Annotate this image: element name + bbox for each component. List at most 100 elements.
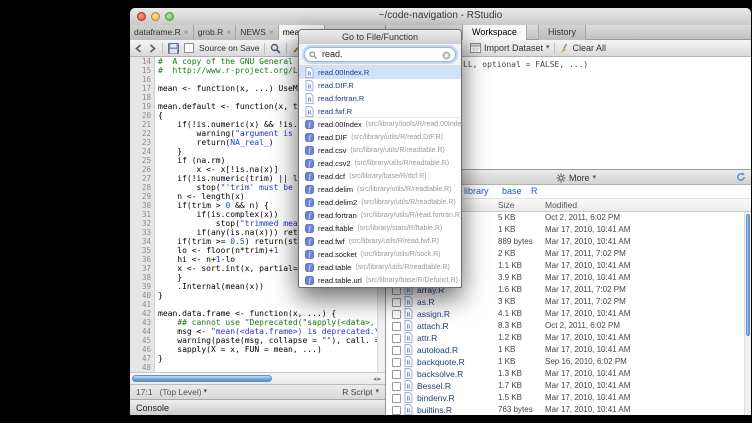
- file-row[interactable]: Rattach.R8.3 KBOct 2, 2011, 6:02 PM: [386, 320, 743, 332]
- popup-file-result[interactable]: Rread.00Index.R: [299, 66, 461, 79]
- popup-file-result[interactable]: Rread.fortran.R: [299, 92, 461, 105]
- popup-function-result[interactable]: fread.table(src/library/utils/R/readtabl…: [299, 261, 461, 274]
- file-checkbox[interactable]: [392, 334, 401, 343]
- file-modified: Mar 17, 2010, 10:41 AM: [545, 260, 630, 272]
- editor-statusbar: 17:1 (Top Level) ▾ R Script ▾: [130, 384, 385, 399]
- find-button[interactable]: [270, 43, 281, 54]
- file-name[interactable]: attr.R: [417, 332, 437, 344]
- file-modified: Mar 17, 2010, 10:41 AM: [545, 332, 630, 344]
- search-input[interactable]: read.: [304, 47, 456, 62]
- chevron-down-icon: ▾: [593, 174, 597, 182]
- file-name[interactable]: backquote.R: [417, 356, 465, 368]
- file-name[interactable]: builtins.R: [417, 404, 452, 415]
- column-header-modified[interactable]: Modified: [545, 200, 577, 210]
- file-name[interactable]: assign.R: [417, 308, 450, 320]
- import-dataset-button[interactable]: Import Dataset ▾: [470, 43, 550, 53]
- tab-label: NEWS: [240, 27, 266, 37]
- breadcrumb-segment[interactable]: library: [464, 186, 489, 196]
- file-row[interactable]: RBessel.R1.7 KBMar 17, 2010, 10:41 AM: [386, 380, 743, 392]
- files-vscroll-thumb[interactable]: [746, 214, 750, 336]
- file-name[interactable]: attach.R: [417, 320, 449, 332]
- hscroll-arrow-icons[interactable]: ◂▸: [373, 375, 382, 383]
- file-checkbox[interactable]: [392, 382, 401, 391]
- popup-function-result[interactable]: fread.delim(src/library/utils/R/readtabl…: [299, 183, 461, 196]
- column-header-size[interactable]: Size: [498, 200, 515, 210]
- editor-tab-news[interactable]: NEWS×: [236, 25, 278, 40]
- popup-function-result[interactable]: fread.table.url(src/library/base/R/Defun…: [299, 274, 461, 286]
- file-checkbox[interactable]: [392, 394, 401, 403]
- popup-file-result[interactable]: Rread.fwf.R: [299, 105, 461, 118]
- editor-tab-dataframe[interactable]: dataframe.R×: [130, 25, 194, 40]
- result-function-path: (src/library/tools/R/read.00Index.R): [366, 121, 461, 128]
- popup-function-result[interactable]: fread.socket(src/library/utils/R/sock.R): [299, 248, 461, 261]
- forward-button[interactable]: [148, 44, 157, 53]
- line-number: 46: [130, 345, 151, 354]
- scope-selector[interactable]: (Top Level) ▾: [160, 387, 208, 397]
- breadcrumb-segment[interactable]: R: [531, 186, 538, 196]
- file-row[interactable]: Rattr.R1.2 KBMar 17, 2010, 10:41 AM: [386, 332, 743, 344]
- popup-titlebar[interactable]: Go to File/Function: [299, 30, 461, 45]
- file-checkbox[interactable]: [392, 310, 401, 319]
- save-button[interactable]: [168, 43, 179, 54]
- forward-icon: [148, 44, 157, 53]
- tab-close-icon[interactable]: ×: [269, 27, 274, 37]
- editor-hscroll-thumb[interactable]: [132, 375, 272, 382]
- file-row[interactable]: Rbuiltins.R763 bytesMar 17, 2010, 10:41 …: [386, 404, 743, 415]
- popup-function-result[interactable]: fread.fwf(src/library/utils/R/read.fwf.R…: [299, 235, 461, 248]
- file-row[interactable]: Ras.R3 KBMar 17, 2011, 7:02 PM: [386, 296, 743, 308]
- file-modified: Mar 17, 2011, 7:02 PM: [545, 284, 626, 296]
- popup-function-result[interactable]: fread.fortran(src/library/utils/R/read.f…: [299, 209, 461, 222]
- file-row[interactable]: Rbackquote.R1 KBSep 16, 2010, 6:02 PM: [386, 356, 743, 368]
- file-row[interactable]: Rbacksolve.R1.3 KBMar 17, 2010, 10:41 AM: [386, 368, 743, 380]
- file-name[interactable]: Bessel.R: [417, 380, 451, 392]
- file-row[interactable]: Rautoload.R1 KBMar 17, 2010, 10:41 AM: [386, 344, 743, 356]
- result-function-name: read.ftable: [318, 224, 353, 233]
- clear-search-icon[interactable]: [442, 51, 451, 60]
- more-button[interactable]: More ▾: [556, 170, 596, 185]
- tab-history[interactable]: History: [538, 25, 586, 40]
- function-icon: f: [305, 159, 314, 168]
- tab-workspace[interactable]: Workspace: [462, 25, 527, 40]
- breadcrumb-segment[interactable]: base: [502, 186, 522, 196]
- function-icon: f: [305, 133, 314, 142]
- popup-function-result[interactable]: fread.DIF(src/library/utils/R/read.DIF.R…: [299, 131, 461, 144]
- editor-tab-grob[interactable]: grob.R×: [194, 25, 236, 40]
- popup-function-result[interactable]: fread.dcf(src/library/base/R/dcf.R): [299, 170, 461, 183]
- file-name[interactable]: as.R: [417, 296, 434, 308]
- clear-all-button[interactable]: Clear All: [559, 43, 607, 54]
- files-vscrollbar[interactable]: [744, 212, 751, 415]
- file-checkbox[interactable]: [392, 322, 401, 331]
- file-type-selector[interactable]: R Script ▾: [342, 387, 379, 397]
- file-name[interactable]: bindenv.R: [417, 392, 455, 404]
- popup-file-result[interactable]: Rread.DIF.R: [299, 79, 461, 92]
- tab-close-icon[interactable]: ×: [184, 27, 189, 37]
- file-checkbox[interactable]: [392, 358, 401, 367]
- editor-hscrollbar[interactable]: ◂▸: [130, 372, 385, 384]
- file-checkbox[interactable]: [392, 406, 401, 415]
- file-checkbox[interactable]: [392, 370, 401, 379]
- file-name[interactable]: backsolve.R: [417, 368, 463, 380]
- result-function-path: (src/library/utils/R/readtable.R): [357, 186, 452, 193]
- r-file-icon: R: [404, 320, 413, 331]
- source-on-save-checkbox[interactable]: [184, 43, 194, 53]
- popup-function-result[interactable]: fread.delim2(src/library/utils/R/readtab…: [299, 196, 461, 209]
- file-checkbox[interactable]: [392, 298, 401, 307]
- file-modified: Mar 17, 2010, 10:41 AM: [545, 236, 630, 248]
- function-icon: f: [305, 250, 314, 259]
- tab-close-icon[interactable]: ×: [226, 27, 231, 37]
- file-modified: Mar 17, 2011, 7:02 PM: [545, 296, 626, 308]
- popup-function-result[interactable]: fread.ftable(src/library/stats/R/ftable.…: [299, 222, 461, 235]
- window-titlebar[interactable]: ~/code-navigation - RStudio: [130, 8, 751, 26]
- popup-function-result[interactable]: fread.csv2(src/library/utils/R/readtable…: [299, 157, 461, 170]
- file-name[interactable]: autoload.R: [417, 344, 458, 356]
- popup-function-result[interactable]: fread.00Index(src/library/tools/R/read.0…: [299, 118, 461, 131]
- console-pane-header[interactable]: Console: [130, 399, 385, 415]
- back-button[interactable]: [134, 44, 143, 53]
- file-row[interactable]: Rbindenv.R1.5 KBMar 17, 2010, 10:41 AM: [386, 392, 743, 404]
- popup-function-result[interactable]: fread.csv(src/library/utils/R/readtable.…: [299, 144, 461, 157]
- file-checkbox[interactable]: [392, 346, 401, 355]
- file-modified: Mar 17, 2010, 10:41 AM: [545, 404, 630, 415]
- line-number: 16: [130, 75, 151, 84]
- refresh-button[interactable]: [736, 172, 746, 182]
- file-row[interactable]: Rassign.R4.1 KBMar 17, 2010, 10:41 AM: [386, 308, 743, 320]
